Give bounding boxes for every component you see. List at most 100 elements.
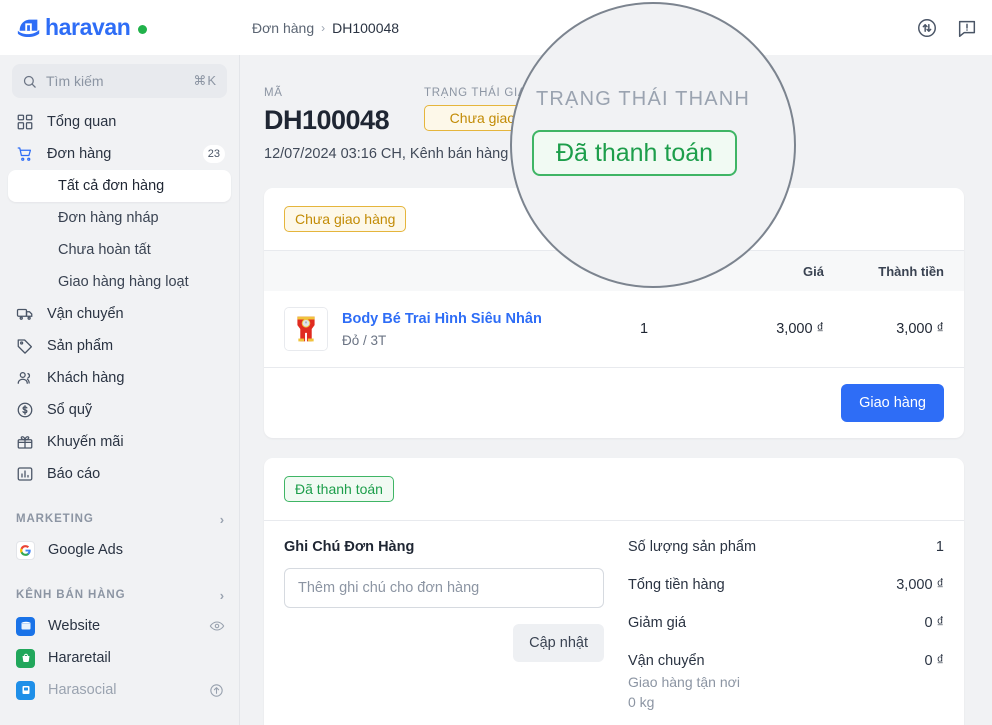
sidebar-label-hararetail: Hararetail	[48, 650, 111, 666]
summary-label-discount: Giảm giá	[628, 615, 687, 631]
eye-icon[interactable]	[209, 618, 225, 634]
sidebar-item-bao-cao[interactable]: Báo cáo	[0, 458, 239, 490]
summary-row-discount: Giảm giá 0 ₫	[628, 615, 944, 631]
dashboard-icon	[17, 114, 33, 130]
sidebar-label-khuyen-mai: Khuyến mãi	[47, 434, 124, 450]
cart-icon	[17, 147, 32, 161]
sidebar-item-hararetail[interactable]: Hararetail	[0, 642, 239, 674]
column-total: Thành tiền	[878, 263, 944, 279]
sync-circle-icon[interactable]	[916, 17, 938, 39]
sidebar-label-harasocial: Harasocial	[48, 682, 117, 698]
sidebar-item-tong-quan[interactable]: Tổng quan	[0, 106, 239, 138]
top-bar: haravan Đơn hàng › DH100048	[0, 0, 992, 55]
website-icon	[16, 616, 35, 636]
summary-label-quantity: Số lượng sản phẩm	[628, 539, 757, 555]
sidebar-badge-don-hang: 23	[202, 145, 225, 163]
row-price: 3,000 ₫	[776, 321, 824, 337]
brand-logo[interactable]: haravan	[0, 14, 224, 41]
cap-nhat-button[interactable]: Cập nhật	[513, 624, 604, 662]
chevron-right-icon: ›	[219, 511, 225, 527]
summary-row-subtotal: Tổng tiền hàng 3,000 ₫	[628, 577, 944, 593]
order-code-caption: MÃ	[264, 87, 283, 99]
breadcrumb: Đơn hàng › DH100048	[252, 20, 399, 36]
product-title-link[interactable]: Body Bé Trai Hình Siêu Nhân	[342, 310, 542, 330]
breadcrumb-parent[interactable]: Đơn hàng	[252, 20, 314, 36]
sidebar-item-harasocial[interactable]: Harasocial	[0, 674, 239, 706]
sidebar-label-don-hang: Đơn hàng	[47, 146, 112, 162]
sidebar-item-so-quy[interactable]: Sổ quỹ	[0, 394, 239, 426]
sidebar-label-san-pham: Sản phẩm	[47, 338, 114, 354]
search-icon	[23, 75, 36, 88]
topbar-actions	[916, 17, 992, 39]
sidebar-section-marketing[interactable]: MARKETING ›	[0, 504, 239, 534]
install-icon[interactable]	[208, 682, 225, 699]
sidebar-item-tat-ca-don-hang[interactable]: Tất cả đơn hàng	[8, 170, 231, 202]
summary-sub-shipping: Giao hàng tận nơi 0 kg	[628, 674, 740, 711]
product-variant: Đỏ / 3T	[342, 332, 387, 348]
summary-row-shipping: Vận chuyển Giao hàng tận nơi 0 kg 0 ₫	[628, 653, 944, 713]
sidebar-item-don-hang[interactable]: Đơn hàng 23	[0, 138, 239, 170]
search-shortcut-hint: ⌘K	[193, 73, 217, 88]
sidebar-item-don-hang-nhap[interactable]: Đơn hàng nháp	[8, 202, 231, 234]
search-input[interactable]: Tìm kiếm ⌘K	[12, 64, 227, 98]
sidebar-label-website: Website	[48, 618, 101, 634]
order-code-block: MÃ DH100048	[264, 87, 416, 136]
summary-value-subtotal: 3,000 ₫	[896, 577, 944, 593]
sidebar-label-bao-cao: Báo cáo	[47, 466, 101, 482]
order-note-actions: Cập nhật	[284, 624, 604, 662]
magnifier-overlay: TRẠNG THÁI THANH Đã thanh toán	[510, 2, 796, 288]
order-note-and-summary: Ghi Chú Đơn Hàng Cập nhật Số lượng sản p…	[264, 521, 964, 725]
sidebar-item-chua-hoan-tat[interactable]: Chưa hoàn tất	[8, 234, 231, 266]
users-icon	[17, 371, 31, 384]
truck-icon	[16, 308, 33, 320]
product-cell: Body Bé Trai Hình Siêu Nhân Đỏ / 3T	[284, 307, 589, 351]
order-note-title: Ghi Chú Đơn Hàng	[284, 539, 415, 555]
sidebar-label-tat-ca-don-hang: Tất cả đơn hàng	[58, 178, 165, 194]
haravan-logo-icon	[17, 19, 40, 37]
payment-status-badge: Đã thanh toán	[284, 476, 394, 502]
message-alert-icon[interactable]	[956, 17, 978, 39]
payment-card: Đã thanh toán Ghi Chú Đơn Hàng Cập nhật …	[264, 458, 964, 725]
magnifier-content: TRẠNG THÁI THANH Đã thanh toán	[512, 4, 794, 286]
sidebar-label-so-quy: Sổ quỹ	[47, 402, 93, 418]
google-icon	[16, 540, 35, 560]
sidebar-section-marketing-label: MARKETING	[16, 513, 94, 525]
order-note-section: Ghi Chú Đơn Hàng Cập nhật	[284, 539, 622, 725]
chart-bar-icon	[17, 467, 33, 481]
sidebar-label-google-ads: Google Ads	[48, 542, 123, 558]
sidebar-section-kenh-ban-hang[interactable]: KÊNH BÁN HÀNG ›	[0, 580, 239, 610]
magnified-payment-caption: TRẠNG THÁI THANH	[536, 88, 751, 110]
sidebar-label-don-hang-nhap: Đơn hàng nháp	[58, 210, 159, 226]
fulfillment-status-badge: Chưa giao hàng	[284, 206, 407, 232]
giao-hang-button[interactable]: Giao hàng	[841, 384, 944, 422]
search-placeholder: Tìm kiếm	[46, 73, 104, 89]
summary-row-quantity: Số lượng sản phẩm 1	[628, 539, 944, 555]
sidebar-item-google-ads[interactable]: Google Ads	[0, 534, 239, 566]
summary-value-quantity: 1	[935, 539, 944, 555]
sidebar-label-van-chuyen: Vận chuyển	[47, 306, 124, 322]
sidebar-label-chua-hoan-tat: Chưa hoàn tất	[58, 242, 151, 258]
sidebar-label-khach-hang: Khách hàng	[47, 370, 125, 386]
sidebar-label-giao-hang-hang-loat: Giao hàng hàng loạt	[58, 274, 189, 290]
online-status-dot	[138, 25, 148, 34]
summary-label-subtotal: Tổng tiền hàng	[628, 577, 725, 593]
order-summary: Số lượng sản phẩm 1 Tổng tiền hàng 3,000…	[622, 539, 944, 725]
sidebar-item-khach-hang[interactable]: Khách hàng	[0, 362, 239, 394]
magnified-payment-status-badge: Đã thanh toán	[532, 130, 738, 176]
hararetail-icon	[16, 648, 35, 668]
row-quantity: 1	[639, 321, 649, 337]
tag-icon	[17, 339, 33, 354]
sidebar-item-giao-hang-hang-loat[interactable]: Giao hàng hàng loạt	[8, 266, 231, 298]
sidebar-item-san-pham[interactable]: Sản phẩm	[0, 330, 239, 362]
product-thumbnail[interactable]	[284, 307, 328, 351]
sidebar-item-website[interactable]: Website	[0, 610, 239, 642]
sidebar-item-khuyen-mai[interactable]: Khuyến mãi	[0, 426, 239, 458]
breadcrumb-current: DH100048	[332, 19, 400, 36]
gift-icon	[17, 436, 33, 449]
sidebar-item-van-chuyen[interactable]: Vận chuyển	[0, 298, 239, 330]
row-total: 3,000 ₫	[896, 321, 944, 337]
chevron-right-icon: ›	[219, 587, 225, 603]
order-note-input[interactable]	[284, 568, 604, 608]
breadcrumb-separator-icon: ›	[321, 20, 326, 35]
harasocial-icon	[16, 680, 35, 700]
